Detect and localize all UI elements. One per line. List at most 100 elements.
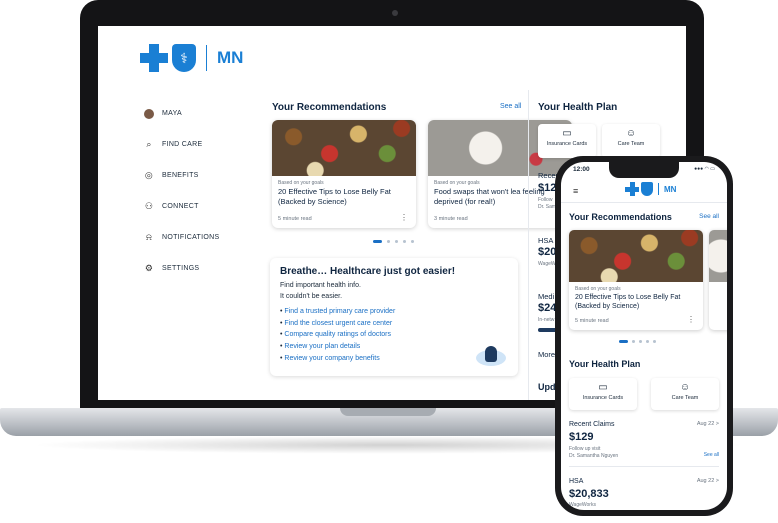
medical-sub: In-netw [538,317,555,323]
sidebar-item-benefits[interactable]: ◎ BENEFITS [144,160,264,191]
recommendation-card[interactable]: Based on your goals 20 Effective Tips to… [569,230,703,330]
avatar [144,108,154,119]
food-image [569,230,703,282]
card-icon: ▭ [562,128,572,139]
sidebar: MAYA ⌕ FIND CARE ◎ BENEFITS ⚇ CONNECT ⍾ … [144,98,264,284]
sidebar-item-profile[interactable]: MAYA [144,98,264,129]
header-divider [561,202,727,203]
sidebar-item-find-care[interactable]: ⌕ FIND CARE [144,129,264,160]
updates-title: Upd [538,382,556,392]
phone: 12:00 ●●● ◠ ▭ ≡ MN Your Recommendations … [555,156,733,516]
claim-doctor: Dr. Samantha Nguyen [569,453,619,459]
carousel-dot[interactable] [632,340,635,343]
benefits-icon: ◎ [144,170,154,180]
carousel-dots [619,340,656,343]
sidebar-item-connect[interactable]: ⚇ CONNECT [144,191,264,222]
carousel-dot[interactable] [411,240,414,243]
recent-claims-label[interactable]: Recent Claims [569,421,615,428]
hsa-sub: WageW [538,261,556,267]
person-icon: ☺ [679,382,691,393]
people-icon: ⚇ [144,201,154,211]
care-team-tile[interactable]: ☺ Care Team [602,124,660,158]
sidebar-item-settings[interactable]: ⚙ SETTINGS [144,253,264,284]
carousel-dot[interactable] [387,240,390,243]
link-urgent-care[interactable]: Find the closest urgent care center [280,318,508,330]
recommendations-title: Your Recommendations [569,212,672,222]
logo-divider [206,45,207,71]
phone-notch [609,162,679,178]
gear-icon: ⚙ [144,263,154,273]
sidebar-item-label: CONNECT [162,203,199,210]
tile-label: Care Team [617,141,645,147]
claim-details: Follow up visit Dr. Samantha Nguyen [569,446,618,460]
divider [569,466,719,467]
insurance-cards-tile[interactable]: ▭ Insurance Cards [538,124,596,158]
recommendation-card[interactable]: Based on your goals 20 Effective Tips to… [272,120,416,228]
more-link[interactable]: More [538,350,555,359]
medical-label[interactable]: Medi [538,292,554,301]
menu-icon[interactable]: ≡ [573,186,578,196]
see-all-link[interactable]: See all [699,213,719,220]
tile-label: Insurance Cards [582,395,624,401]
link-company-benefits[interactable]: Review your company benefits [280,353,508,365]
sidebar-item-label: BENEFITS [162,172,199,179]
bell-icon: ⍾ [145,232,153,242]
app-logo[interactable]: MN [625,182,676,196]
carousel-dot[interactable] [373,240,382,243]
card-title: 20 Effective Tips to Lose Belly Fat (Bac… [278,187,391,206]
breathe-line: Find important health info. [280,282,361,289]
carousel-dot[interactable] [646,340,649,343]
shield-logo-icon [641,182,653,196]
search-icon: ⌕ [146,139,152,149]
tile-label: Insurance Cards [546,141,588,147]
tile-label: Care Team [671,395,699,401]
recommendation-card-peek[interactable] [709,230,727,330]
link-quality-ratings[interactable]: Compare quality ratings of doctors [280,329,508,341]
logo-divider [658,183,659,195]
card-meta: Based on your goals [575,286,621,292]
more-options-icon[interactable]: ⋮ [687,315,695,324]
breathe-links: Find a trusted primary care provider Fin… [280,306,508,364]
recommendations-title: Your Recommendations [272,102,387,113]
breathe-card: Breathe… Healthcare just got easier! Fin… [270,258,518,376]
card-meta: Based on your goals [278,180,324,186]
breathe-line: It couldn't be easier. [280,293,343,301]
logo-state: MN [217,48,244,67]
claims-see-all-link[interactable]: See all [704,452,719,458]
cross-logo-icon [625,182,639,196]
medical-value: $24 [538,302,557,314]
card-title: 20 Effective Tips to Lose Belly Fat (Bac… [575,294,681,311]
insurance-cards-tile[interactable]: ▭ Insurance Cards [569,378,637,410]
hsa-provider: WageWorks [569,502,596,508]
meditation-illustration [476,342,506,366]
logo-state: MN [664,184,677,194]
sidebar-item-label: FIND CARE [162,141,203,148]
app-logo[interactable]: ⚕ MN [140,44,243,72]
sidebar-item-notifications[interactable]: ⍾ NOTIFICATIONS [144,222,264,253]
care-team-tile[interactable]: ☺ Care Team [651,378,719,410]
carousel-dot[interactable] [639,340,642,343]
claim-date[interactable]: Aug 22 > [697,421,719,427]
status-icons: ●●● ◠ ▭ [694,166,715,172]
sidebar-item-label: MAYA [162,110,182,117]
hsa-value: $20,833 [569,488,609,500]
claim-value: $129 [569,431,594,443]
health-plan-title: Your Health Plan [569,359,641,369]
shield-logo-icon: ⚕ [172,44,196,72]
link-find-provider[interactable]: Find a trusted primary care provider [280,306,508,318]
carousel-dot[interactable] [653,340,656,343]
read-time: 3 minute read [434,216,468,222]
hsa-label[interactable]: HSA [569,478,583,485]
more-options-icon[interactable]: ⋮ [400,213,408,222]
carousel-dot[interactable] [403,240,406,243]
person-icon: ☺ [625,128,637,139]
hsa-label[interactable]: HSA [538,236,553,245]
carousel-dot[interactable] [619,340,628,343]
read-time: 5 minute read [575,318,609,324]
claim-visit: Follow up visit [569,446,601,452]
health-plan-title: Your Health Plan [538,102,618,113]
hsa-date[interactable]: Aug 22 > [697,478,719,484]
see-all-link[interactable]: See all [500,103,521,110]
link-plan-details[interactable]: Review your plan details [280,341,508,353]
carousel-dot[interactable] [395,240,398,243]
